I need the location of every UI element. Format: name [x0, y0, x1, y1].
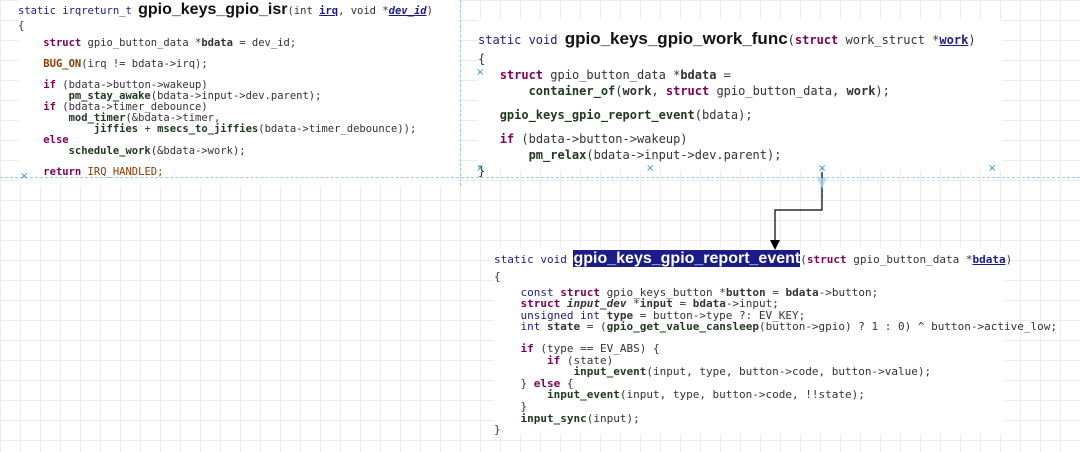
selection-handle-icon[interactable]: × — [476, 68, 484, 78]
code-line: if (bdata->button->wakeup) — [478, 131, 1002, 147]
code-block-gpio-keys-gpio-isr: static irqreturn_t gpio_keys_gpio_isr(in… — [18, 0, 458, 186]
report-return-type: static void — [494, 253, 574, 266]
work-function-name: gpio_keys_gpio_work_func — [564, 29, 788, 48]
identifier: work — [846, 84, 876, 98]
code-text: = dev_id; — [232, 37, 297, 49]
code-line: gpio_keys_gpio_report_event(bdata); — [478, 107, 1002, 123]
function-call: input_event — [546, 388, 620, 402]
keyword: struct — [806, 253, 847, 266]
guide-line-horizontal — [0, 177, 1080, 178]
code-text: = — [716, 68, 731, 82]
function-call: msecs_to_jiffies — [157, 123, 259, 135]
isr-signature: static irqreturn_t gpio_keys_gpio_isr(in… — [18, 0, 458, 21]
work-sig-part: ( — [787, 33, 795, 47]
code-line: jiffies + msecs_to_jiffies(bdata->timer_… — [18, 124, 458, 135]
work-return-type: static void — [478, 33, 565, 47]
report-sig-part: ( — [800, 253, 807, 266]
code-line: container_of(work, struct gpio_button_da… — [478, 83, 1002, 99]
isr-sig-part: , void * — [338, 5, 389, 17]
code-text: (input, type, button->code, button->valu… — [646, 365, 932, 379]
selection-handle-icon[interactable]: × — [818, 164, 826, 174]
code-line: input_event(input, type, button->code, !… — [494, 389, 1004, 401]
code-text: (&bdata->work); — [150, 145, 246, 157]
keyword: struct — [794, 33, 839, 47]
code-line: { — [494, 270, 501, 283]
selection-handle-icon[interactable]: × — [646, 164, 654, 174]
function-call: gpio_get_value_cansleep — [606, 320, 759, 334]
code-line: { — [18, 20, 25, 32]
code-text: (button->gpio) ? 1 : 0) ^ button->active… — [758, 320, 1057, 334]
identifier: work — [622, 84, 652, 98]
code-text: (irq != bdata->irq); — [81, 58, 208, 70]
work-param-work: work — [939, 33, 969, 47]
function-call: input_event — [573, 365, 647, 379]
identifier: bdata — [680, 68, 717, 82]
keyword: struct — [499, 68, 544, 82]
code-text: gpio_button_data * — [543, 68, 681, 82]
code-text: gpio_button_data * — [81, 37, 202, 49]
work-signature: static void gpio_keys_gpio_work_func(str… — [478, 28, 1002, 51]
report-sig-part: ) — [1005, 253, 1013, 266]
code-text: (input); — [586, 411, 640, 425]
code-text: ); — [875, 84, 890, 98]
isr-function-name: gpio_keys_gpio_isr — [138, 1, 288, 18]
code-text: int — [520, 320, 547, 334]
keyword: if — [499, 132, 515, 146]
isr-sig-part: ) — [426, 5, 433, 17]
isr-param-dev-id: dev_id — [388, 5, 427, 17]
report-function-name-highlighted: gpio_keys_gpio_report_event — [573, 250, 801, 267]
keyword: struct — [43, 37, 82, 49]
code-line: int state = (gpio_get_value_cansleep(but… — [494, 320, 1057, 334]
code-text: ->button; — [818, 285, 879, 299]
identifier: bdata — [201, 37, 233, 49]
function-call: input_sync — [520, 411, 587, 425]
code-line: input_sync(input); — [494, 411, 1004, 425]
report-signature: static void gpio_keys_gpio_report_event(… — [494, 248, 1012, 271]
function-call: schedule_work — [68, 145, 151, 157]
code-text: = ( — [580, 320, 607, 334]
code-text: + — [138, 123, 158, 135]
isr-sig-part: (int — [287, 5, 320, 17]
code-text: (bdata->timer_debounce)); — [258, 123, 417, 135]
work-sig-part: ) — [968, 33, 976, 47]
code-line: { — [478, 52, 486, 66]
identifier: bdata — [785, 285, 819, 299]
code-line: pm_relax(bdata->input->dev.parent); — [478, 147, 1002, 163]
code-text: (bdata); — [694, 108, 753, 122]
connector-path — [774, 172, 823, 246]
guide-line-vertical — [460, 0, 461, 186]
code-text: gpio_button_data, — [709, 84, 847, 98]
code-text: , — [651, 84, 666, 98]
code-block-gpio-keys-gpio-work-func: static void gpio_keys_gpio_work_func(str… — [478, 20, 1002, 178]
work-sig-part: work_struct * — [838, 33, 940, 47]
code-text: (bdata->button->wakeup) — [514, 132, 688, 146]
code-block-gpio-keys-gpio-report-event: static void gpio_keys_gpio_report_event(… — [494, 248, 1057, 437]
code-line: struct gpio_button_data *bdata = — [478, 67, 1002, 83]
keyword: struct — [665, 84, 710, 98]
identifier: state — [547, 320, 581, 334]
code-line: BUG_ON(irq != bdata->irq); — [18, 59, 458, 70]
isr-param-irq: irq — [319, 5, 339, 17]
function-call: jiffies — [93, 123, 139, 135]
report-sig-part: gpio_button_data * — [846, 253, 973, 266]
code-line: schedule_work(&bdata->work); — [18, 146, 458, 157]
selection-handle-icon[interactable]: × — [20, 172, 28, 182]
isr-return-type: static irqreturn_t — [18, 5, 139, 17]
code-text: (input, type, button->code, !!state); — [619, 388, 865, 402]
function-call: gpio_keys_gpio_report_event — [499, 108, 695, 122]
code-text: (bdata->input->dev.parent); — [586, 148, 782, 162]
function-call: container_of — [528, 84, 616, 98]
function-call: pm_relax — [528, 148, 587, 162]
macro: BUG_ON — [43, 58, 82, 70]
selection-handle-icon[interactable]: × — [988, 164, 996, 174]
code-text: ( — [615, 84, 623, 98]
report-param-bdata: bdata — [972, 253, 1006, 266]
code-line: } — [494, 423, 501, 437]
selection-handle-icon[interactable]: × — [476, 164, 484, 174]
code-line: struct gpio_button_data *bdata = dev_id; — [18, 38, 458, 49]
